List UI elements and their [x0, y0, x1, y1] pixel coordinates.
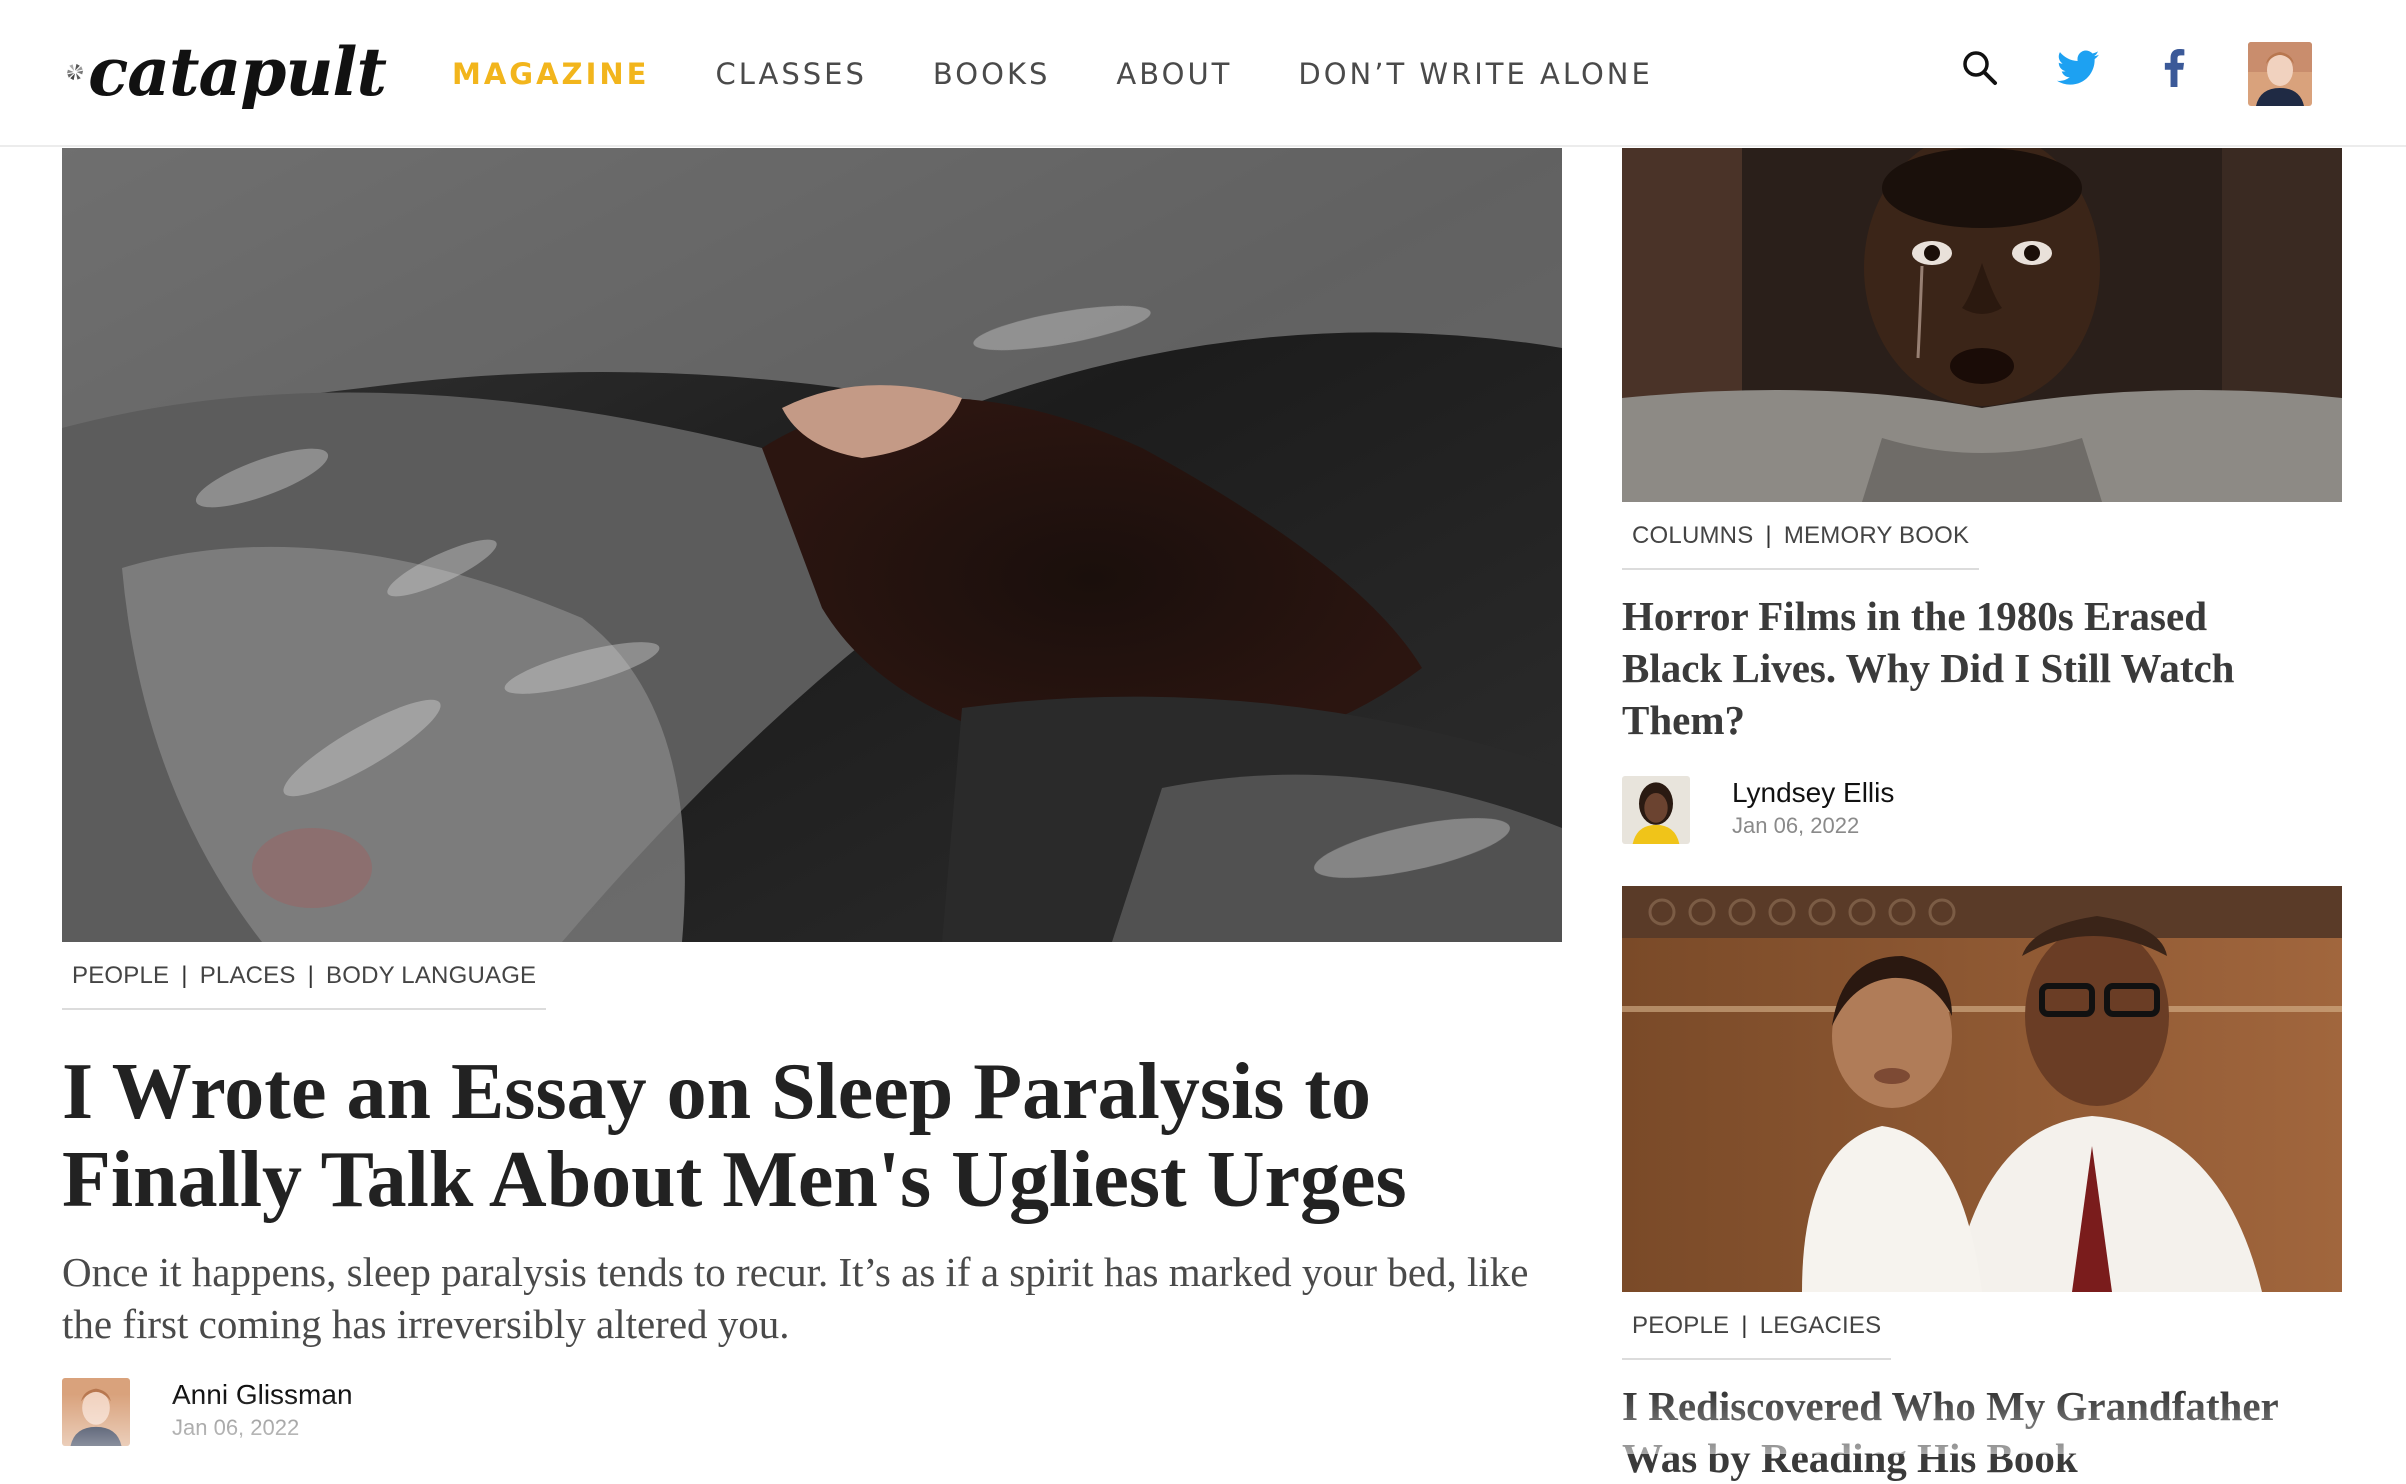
author-name[interactable]: Lyndsey Ellis: [1732, 776, 1894, 810]
pinwheel-logo-icon: [66, 63, 84, 81]
sidebar-2-title[interactable]: I Rediscovered Who My Grandfather Was by…: [1622, 1380, 2342, 1484]
sidebar-1-tags: COLUMNS | MEMORY BOOK: [1622, 522, 1980, 570]
tag-legacies[interactable]: LEGACIES: [1760, 1312, 1882, 1340]
search-icon[interactable]: [1956, 44, 2004, 92]
author-avatar[interactable]: [1622, 776, 1690, 844]
nav-item-magazine[interactable]: MAGAZINE: [452, 52, 649, 96]
site-header: catapult MAGAZINE CLASSES BOOKS ABOUT DO…: [0, 0, 2406, 147]
tag-columns[interactable]: COLUMNS: [1632, 522, 1753, 550]
publish-date: Jan 06, 2022: [1732, 813, 1860, 838]
tag-places[interactable]: PLACES: [200, 962, 296, 990]
sidebar-1-author-byline: Lyndsey Ellis Jan 06, 2022: [1622, 776, 1894, 844]
nav-item-classes[interactable]: CLASSES: [715, 52, 866, 96]
hero-tags: PEOPLE | PLACES | BODY LANGUAGE: [62, 962, 547, 1010]
hero-article-title[interactable]: I Wrote an Essay on Sleep Paralysis to F…: [62, 1048, 1542, 1224]
sidebar-2-tags: PEOPLE | LEGACIES: [1622, 1312, 1892, 1360]
user-avatar[interactable]: [2248, 42, 2312, 106]
author-meta: Anni Glissman Jan 06, 2022: [172, 1378, 353, 1444]
publish-date: Jan 06, 2022: [172, 1415, 300, 1440]
tag-people[interactable]: PEOPLE: [72, 962, 169, 990]
tag-list: PEOPLE | LEGACIES: [1622, 1312, 1892, 1360]
tag-body-language[interactable]: BODY LANGUAGE: [326, 962, 536, 990]
sidebar-article-image[interactable]: [1622, 148, 2342, 502]
author-meta: Lyndsey Ellis Jan 06, 2022: [1732, 776, 1894, 842]
hero-author-byline: Anni Glissman Jan 06, 2022: [62, 1378, 353, 1446]
facebook-icon[interactable]: [2150, 44, 2198, 92]
tag-list: PEOPLE | PLACES | BODY LANGUAGE: [62, 962, 547, 1010]
tag-people[interactable]: PEOPLE: [1632, 1312, 1729, 1340]
nav-item-books[interactable]: BOOKS: [933, 52, 1050, 96]
author-name[interactable]: Anni Glissman: [172, 1378, 353, 1412]
sidebar-article-image[interactable]: [1622, 886, 2342, 1292]
main-nav: MAGAZINE CLASSES BOOKS ABOUT DON’T WRITE…: [452, 52, 1719, 96]
hero-article-dek: Once it happens, sleep paralysis tends t…: [62, 1249, 1529, 1347]
tag-separator: |: [1765, 522, 1772, 549]
logo-wordmark: catapult: [88, 33, 387, 111]
tag-separator: |: [1741, 1312, 1748, 1339]
hero-article-image[interactable]: [62, 148, 1562, 942]
tag-separator: |: [307, 962, 315, 989]
nav-item-dont-write-alone[interactable]: DON’T WRITE ALONE: [1298, 52, 1652, 96]
author-avatar[interactable]: [62, 1378, 130, 1446]
tag-list: COLUMNS | MEMORY BOOK: [1622, 522, 1980, 570]
tag-memory-book[interactable]: MEMORY BOOK: [1784, 522, 1969, 550]
twitter-icon[interactable]: [2054, 44, 2102, 92]
tag-separator: |: [181, 962, 188, 989]
catapult-logo[interactable]: catapult: [66, 26, 387, 118]
sidebar-1-title[interactable]: Horror Films in the 1980s Erased Black L…: [1622, 590, 2282, 746]
nav-item-about[interactable]: ABOUT: [1116, 52, 1232, 96]
